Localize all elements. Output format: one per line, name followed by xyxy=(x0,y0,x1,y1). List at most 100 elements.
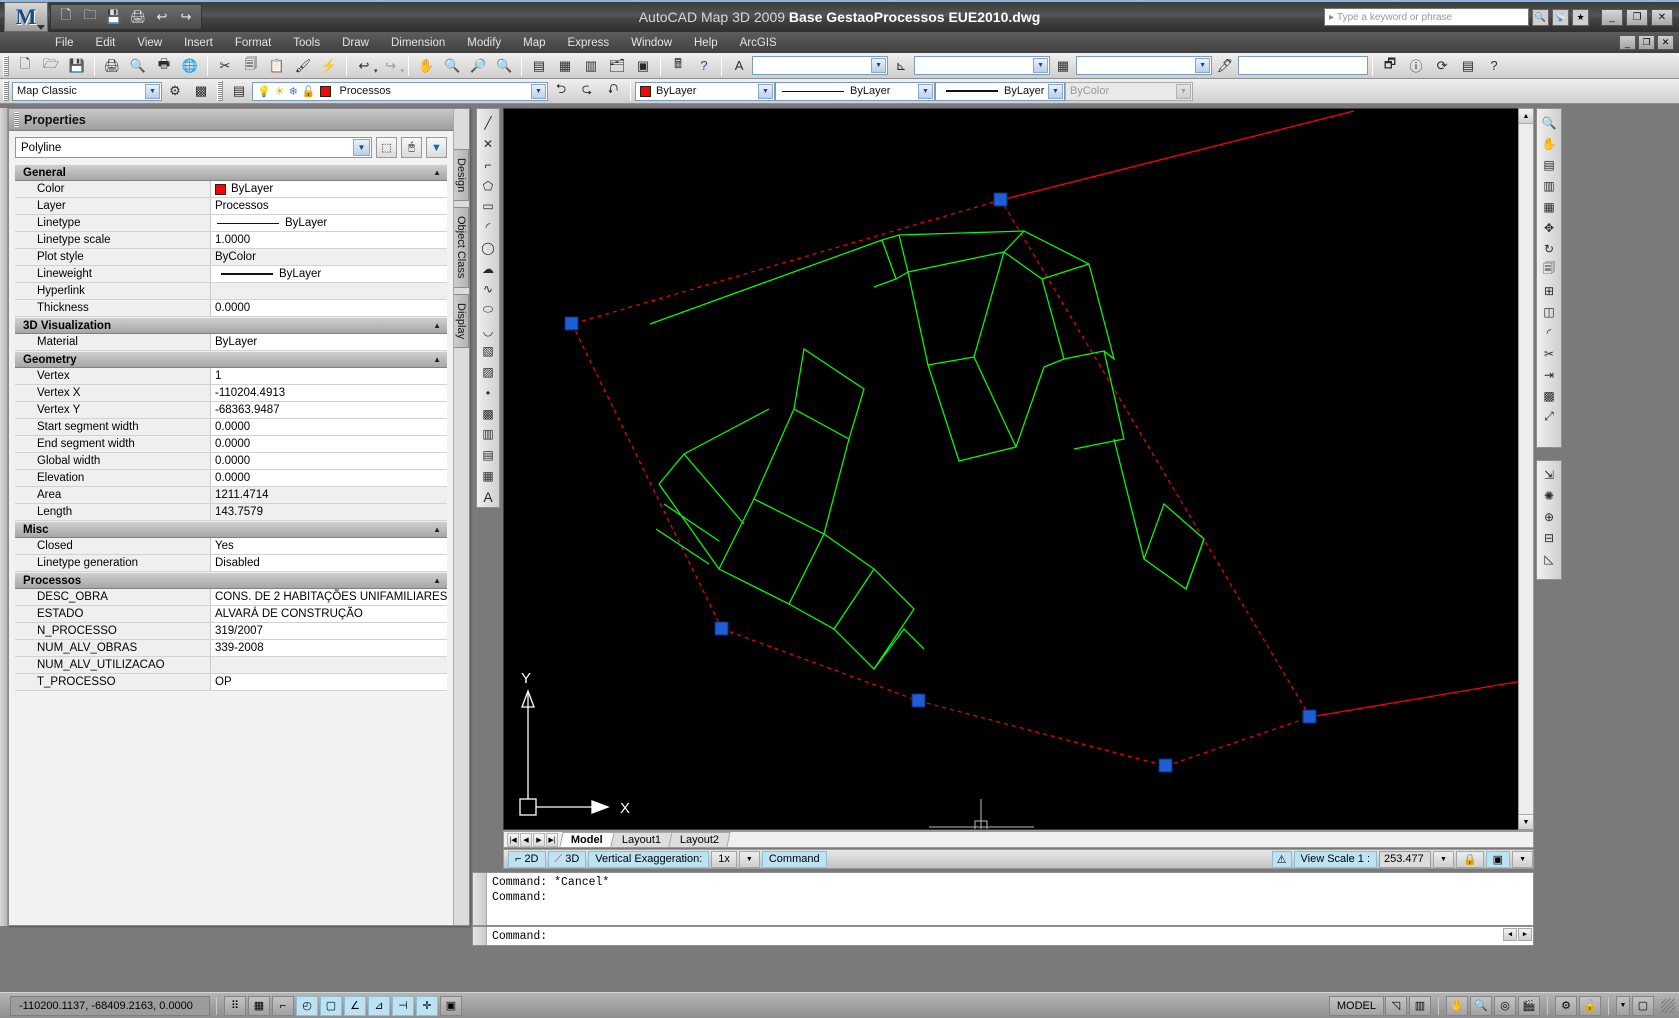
menu-format[interactable]: Format xyxy=(224,35,282,51)
favorites-star-icon[interactable]: ★ xyxy=(1572,8,1589,26)
doc-restore-button[interactable]: ❐ xyxy=(1638,35,1655,50)
collapse-chevron-icon[interactable]: ▲ xyxy=(433,525,441,534)
menu-insert[interactable]: Insert xyxy=(173,35,224,51)
property-row[interactable]: Lineweight ByLayer xyxy=(15,266,447,283)
first-tab-icon[interactable]: |◀ xyxy=(507,832,519,847)
mode-2d-button[interactable]: ⌐ 2D xyxy=(508,850,546,868)
property-value[interactable]: 0.0000 xyxy=(211,300,447,316)
chevron-down-icon[interactable]: ▼ xyxy=(1195,58,1211,73)
info-icon[interactable]: ⓘ xyxy=(1404,55,1428,77)
layer-freeze-vp-icon[interactable]: ❄ xyxy=(289,85,298,98)
resize-grabber[interactable] xyxy=(1661,998,1675,1013)
snap-icon[interactable]: ⠿ xyxy=(224,995,246,1016)
property-row[interactable]: Vertex X -110204.4913 xyxy=(15,385,447,402)
menu-dimension[interactable]: Dimension xyxy=(380,35,456,51)
doc-minimize-button[interactable]: _ xyxy=(1619,35,1636,50)
calculator-icon[interactable]: 🖩 xyxy=(666,55,690,77)
otrack-icon[interactable]: ∠ xyxy=(344,995,366,1016)
undo-icon[interactable]: ↩ xyxy=(151,7,173,27)
property-row[interactable]: Vertex Y -68363.9487 xyxy=(15,402,447,419)
grid-icon[interactable]: ▦ xyxy=(248,995,270,1016)
design-center-icon[interactable]: ▦ xyxy=(553,55,577,77)
table-style-icon[interactable]: ▦ xyxy=(1051,55,1075,77)
collapse-chevron-icon[interactable]: ▲ xyxy=(433,576,441,585)
save-icon[interactable]: 💾 xyxy=(103,7,125,27)
property-row[interactable]: N_PROCESSO 319/2007 xyxy=(15,623,447,640)
zoom-window-icon[interactable]: 🔎 xyxy=(466,55,490,77)
map-copy-icon[interactable]: 🗐 xyxy=(1538,259,1561,280)
tab-layout2[interactable]: Layout2 xyxy=(668,832,731,847)
property-value[interactable]: CONS. DE 2 HABITAÇÕES UNIFAMILIARES ... xyxy=(211,589,447,605)
block-editor-icon[interactable]: ⚡ xyxy=(317,55,341,77)
vertical-exaggeration-value[interactable]: 1x xyxy=(711,850,737,868)
property-row[interactable]: Thickness 0.0000 xyxy=(15,300,447,317)
polyline-icon[interactable]: ⌐ xyxy=(477,154,499,175)
close-button[interactable]: ✕ xyxy=(1651,8,1673,26)
tab-model[interactable]: Model xyxy=(559,832,615,847)
tab-design[interactable]: Design xyxy=(454,149,469,202)
coordinate-display[interactable]: -110200.1137, -68409.2163, 0.0000 xyxy=(10,995,210,1016)
spline-icon[interactable]: ∿ xyxy=(477,279,499,300)
collapse-chevron-icon[interactable]: ▲ xyxy=(433,168,441,177)
toolbar-grip[interactable] xyxy=(3,81,9,101)
menu-file[interactable]: File xyxy=(44,35,85,51)
property-row[interactable]: Length 143.7579 xyxy=(15,504,447,521)
match-properties-icon[interactable]: 🖌 xyxy=(291,55,315,77)
menu-help[interactable]: Help xyxy=(683,35,729,51)
property-row[interactable]: T_PROCESSO OP xyxy=(15,674,447,691)
quick-select-icon[interactable]: ▼ xyxy=(426,137,447,158)
property-group-general[interactable]: General ▲ xyxy=(15,164,447,181)
multileader-style-icon[interactable]: 🖊 xyxy=(1213,55,1237,77)
lineweight-icon[interactable]: ✛ xyxy=(416,995,438,1016)
insert-block-icon[interactable]: ▧ xyxy=(477,341,499,362)
arc-icon[interactable]: ◜ xyxy=(477,217,499,238)
property-value[interactable]: 143.7579 xyxy=(211,504,447,520)
doc-close-button[interactable]: ✕ xyxy=(1657,35,1674,50)
linetype-control-combo[interactable]: ByLayer ▼ xyxy=(775,81,935,101)
publish-icon[interactable]: 🖶 xyxy=(152,55,176,77)
map-rotate-icon[interactable]: ↻ xyxy=(1538,238,1561,259)
open-icon[interactable]: 🗀 xyxy=(79,7,101,27)
property-row[interactable]: NUM_ALV_OBRAS 339-2008 xyxy=(15,640,447,657)
map-query-icon[interactable]: ▤ xyxy=(1538,154,1561,175)
restore-button[interactable]: ❐ xyxy=(1626,8,1648,26)
property-value[interactable]: ByLayer xyxy=(211,266,447,282)
display-manager-icon[interactable]: ▣ xyxy=(1485,850,1511,868)
sheet-set-icon[interactable]: 🗂 xyxy=(605,55,629,77)
help2-icon[interactable]: ? xyxy=(1482,55,1506,77)
new-icon[interactable]: 🗋 xyxy=(55,7,77,27)
tool-palettes-icon[interactable]: ▥ xyxy=(579,55,603,77)
ellipse-arc-icon[interactable]: ◡ xyxy=(477,320,499,341)
property-row[interactable]: End segment width 0.0000 xyxy=(15,436,447,453)
property-row[interactable]: NUM_ALV_UTILIZACAO xyxy=(15,657,447,674)
menu-arcgis[interactable]: ArcGIS xyxy=(729,35,788,51)
layer-freeze-sun-icon[interactable]: ☀ xyxy=(275,85,285,98)
showmotion-icon[interactable]: 🎬 xyxy=(1518,995,1540,1016)
command-window[interactable]: Command: *Cancel* Command: xyxy=(472,872,1534,926)
table-icon[interactable]: ▦ xyxy=(477,465,499,486)
property-row[interactable]: Vertex 1 xyxy=(15,368,447,385)
multileader-style-combo[interactable] xyxy=(1238,56,1369,75)
map-join-icon[interactable]: ⊕ xyxy=(1538,506,1561,527)
redo-dropdown-icon[interactable]: ▾ xyxy=(401,67,405,78)
markup-set-icon[interactable]: ▣ xyxy=(631,55,655,77)
cut-icon[interactable]: ✂ xyxy=(213,55,237,77)
warning-triangle-icon[interactable]: ⚠ xyxy=(1271,850,1292,868)
open-icon[interactable]: 🗁 xyxy=(39,55,63,77)
tab-display[interactable]: Display xyxy=(454,293,469,348)
property-row[interactable]: DESC_OBRA CONS. DE 2 HABITAÇÕES UNIFAMILI… xyxy=(15,589,447,606)
zoom-realtime-icon[interactable]: 🔍 xyxy=(440,55,464,77)
3dorbit-globe-icon[interactable]: 🌐 xyxy=(178,55,202,77)
hatch-icon[interactable]: ▩ xyxy=(477,403,499,424)
scroll-up-icon[interactable]: ▲ xyxy=(1519,109,1533,124)
command-button[interactable]: Command xyxy=(761,850,827,868)
map-drawing-icon[interactable]: ▥ xyxy=(1538,175,1561,196)
property-value[interactable] xyxy=(211,657,447,673)
new-icon[interactable]: 🗋 xyxy=(13,55,37,77)
layer-lock-icon[interactable]: 🔓 xyxy=(302,85,316,98)
property-value[interactable]: -110204.4913 xyxy=(211,385,447,401)
menu-window[interactable]: Window xyxy=(620,35,683,51)
undo-dropdown-icon[interactable]: ▾ xyxy=(374,67,378,78)
palette-grip[interactable] xyxy=(14,112,19,127)
chevron-down-icon[interactable]: ▼ xyxy=(531,83,546,99)
